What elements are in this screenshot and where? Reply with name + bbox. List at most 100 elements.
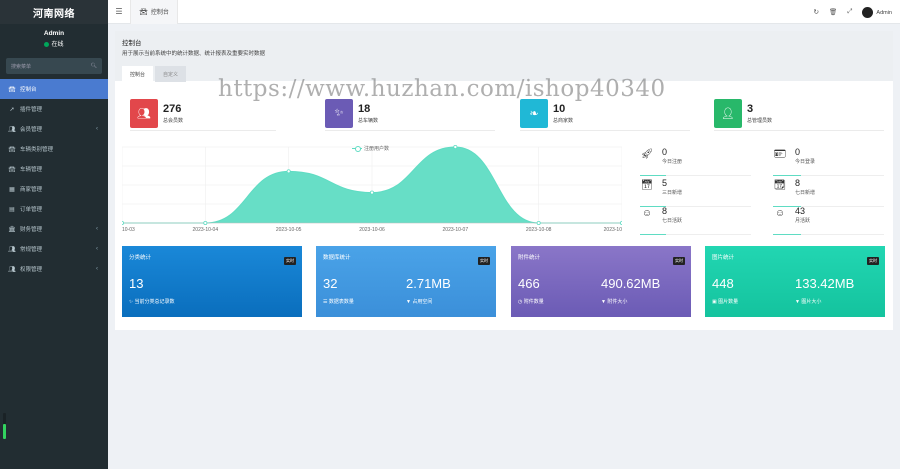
chevron-left-icon: ‹ (96, 266, 98, 272)
sidebar-item-label: 商家管理 (20, 187, 43, 193)
mini-stat-today-login: 🪪︎ 0 今日登录 (773, 145, 884, 176)
mini-label: 七日新增 (795, 190, 816, 196)
subtab-custom[interactable]: 自定义 (155, 66, 187, 82)
data-point[interactable] (536, 221, 541, 226)
mini-value: 0 (662, 147, 668, 157)
stat-label: 总车辆数 (358, 118, 379, 124)
card-value: 448 (712, 276, 734, 291)
sidebar-item-icon: 🏛︎ (8, 226, 16, 233)
sidebar-item-label: 插件管理 (20, 107, 43, 113)
data-point[interactable] (203, 221, 208, 226)
chart-legend[interactable]: 注册用户数 (352, 145, 389, 152)
data-point[interactable] (619, 221, 624, 226)
topbar: ☰ 🚘︎ 控制台 ↻ 🗑︎ ⤢ Admin (108, 0, 900, 24)
mini-stat-month-active: ☺ 43 月活跃 (773, 204, 884, 235)
subtabs: 控制台 自定义 (122, 66, 886, 82)
card-title: 附件统计 (518, 255, 541, 261)
car-icon: 🚘︎ (139, 8, 148, 16)
card-sub-text: 当前分类总记录数 (134, 299, 175, 305)
mini-label: 七日活跃 (662, 218, 683, 224)
user-icon: 👤︎ (714, 99, 742, 128)
stat-label: 总商家数 (553, 118, 574, 124)
sidebar-item[interactable]: 👥︎ 会员管理 ‹ (0, 119, 108, 139)
sidebar-item[interactable]: 🚘︎ 控制台 (0, 79, 108, 99)
sidebar-item-icon: ➚︎ (9, 106, 15, 113)
chevron-left-icon: ‹ (96, 126, 98, 132)
card-sub-label: ▣ 图片数量 (712, 298, 795, 305)
menu-toggle-icon[interactable]: ☰ (108, 7, 130, 16)
sidebar-item[interactable]: 🚘︎ 车辆管理 (0, 159, 108, 179)
sidebar-item[interactable]: ➚︎ 插件管理 (0, 99, 108, 119)
x-tick-label: 2023-10 (604, 227, 622, 233)
realtime-badge: 实时 (673, 257, 685, 265)
x-tick-label: 2023-10-06 (359, 227, 385, 233)
users-icon: 👥︎ (130, 99, 158, 128)
realtime-badge: 实时 (478, 257, 490, 265)
mini-bar (640, 234, 666, 235)
sidebar-item-label: 车辆类别管理 (20, 147, 54, 153)
card-value: 466 (518, 276, 540, 291)
stat-label: 总会员数 (163, 118, 184, 124)
sidebar-gauge (3, 413, 6, 439)
refresh-icon[interactable]: ↻ (813, 8, 818, 16)
card-title: 数据库统计 (323, 255, 351, 261)
online-dot-icon (44, 41, 50, 47)
sidebar-item[interactable]: 👥︎ 权限管理 ‹ (0, 259, 108, 279)
data-point[interactable] (286, 169, 291, 174)
sidebar-item[interactable]: ▤︎ 订单管理 (0, 199, 108, 219)
sidebar-item[interactable]: 🚘︎ 车辆类别管理 (0, 139, 108, 159)
brand-logo[interactable]: 河南网络 (0, 0, 108, 24)
user-circle-icon: ☺ (641, 208, 653, 219)
trash-icon[interactable]: 🗑︎ (829, 8, 837, 16)
tab-dashboard[interactable]: 🚘︎ 控制台 (130, 0, 178, 24)
sidebar-item[interactable]: 🏛︎ 财务管理 ‹ (0, 219, 108, 239)
mini-value: 0 (795, 147, 801, 157)
sidebar-item[interactable]: ▦︎ 商家管理 (0, 179, 108, 199)
search-placeholder[interactable]: 搜索菜单 (11, 63, 31, 70)
stat-card-vehicles: ✨︎ 18 总车辆数 (325, 97, 495, 131)
legend-marker (352, 146, 362, 152)
sidebar-item-label: 车辆管理 (20, 167, 43, 173)
mini-stat-seven-day: 📆︎ 8 七日新增 (773, 176, 884, 207)
chart-svg: 10-03 2023-10-04 2023-10-05 2023-10-06 2023-… (119, 145, 624, 233)
sidebar-item-icon: ▤︎ (9, 206, 15, 213)
x-tick-label: 2023-10-05 (276, 227, 302, 233)
sidebar-item[interactable]: 👥︎ 常规管理 ‹ (0, 239, 108, 259)
card-sub-label-secondary: ▼ 附件大小 (601, 298, 627, 305)
stat-value: 276 (163, 103, 182, 115)
sidebar-item-icon: 🚘︎ (8, 86, 16, 93)
sidebar-item-icon: 🚘︎ (8, 146, 16, 153)
data-point[interactable] (453, 145, 458, 150)
subtab-dashboard[interactable]: 控制台 (122, 66, 154, 82)
panel-header: 控制台 用于展示当前系统中的统计数据、统计报表及重要实时数据 控制台 自定义 (115, 31, 893, 82)
tab-label: 控制台 (150, 10, 169, 16)
fullscreen-icon[interactable]: ⤢ (847, 8, 852, 16)
card-value-secondary: 490.62MB (601, 276, 661, 291)
realtime-badge: 实时 (284, 257, 296, 265)
legend-label: 注册用户数 (364, 146, 390, 152)
realtime-badge: 实时 (867, 257, 879, 265)
sidebar-item-icon: 👥︎ (8, 266, 16, 273)
mini-value: 8 (795, 178, 801, 188)
registration-chart: 10-03 2023-10-04 2023-10-05 2023-10-06 2023-… (119, 143, 624, 236)
stat-value: 3 (747, 103, 754, 115)
data-point[interactable] (369, 190, 374, 195)
card-value: 13 (129, 276, 144, 291)
user-menu[interactable]: Admin (862, 6, 892, 18)
x-tick-label: 2023-10-07 (443, 227, 469, 233)
mini-stat-seven-active: ☺ 8 七日活跃 (640, 204, 751, 235)
card-sub-text: 附件大小 (607, 299, 628, 305)
mini-value: 5 (662, 178, 668, 188)
search-icon[interactable]: 🔍︎ (91, 63, 97, 69)
mini-value: 43 (795, 206, 806, 216)
data-point[interactable] (119, 221, 125, 226)
page-description: 用于展示当前系统中的统计数据、统计报表及重要实时数据 (122, 51, 266, 57)
stat-label: 总管理员数 (747, 118, 773, 124)
card-sub-label: ✨︎ 当前分类总记录数 (129, 298, 212, 305)
card-sub-text: 图片大小 (801, 299, 822, 305)
chevron-left-icon: ‹ (96, 226, 98, 232)
sidebar-search[interactable]: 搜索菜单 🔍︎ (6, 58, 102, 74)
stat-card-members: 👥︎ 276 总会员数 (130, 97, 276, 131)
mini-bar (773, 234, 801, 235)
mini-label: 三日新增 (662, 190, 683, 196)
